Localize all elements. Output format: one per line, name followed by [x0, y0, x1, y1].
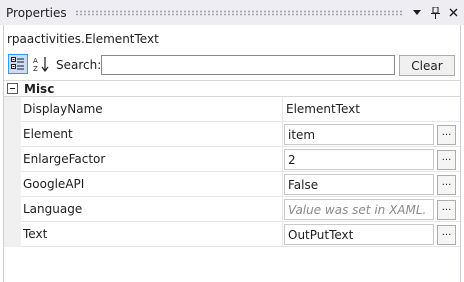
svg-text:A: A	[33, 57, 38, 65]
selected-object-name: rpaactivities.ElementText	[7, 32, 159, 46]
property-grid: Misc DisplayName ElementText Element ite…	[4, 80, 460, 247]
properties-toolbar: A Z Search: Clear	[4, 53, 460, 77]
property-value-field[interactable]: item	[284, 124, 434, 145]
svg-text:Z: Z	[33, 65, 38, 72]
ellipsis-button[interactable]: ...	[437, 150, 456, 170]
property-value[interactable]: ElementText	[286, 102, 360, 116]
property-value-field[interactable]: OutPutText	[284, 224, 434, 245]
collapse-icon[interactable]	[7, 83, 18, 94]
search-label: Search:	[56, 58, 102, 72]
property-name: Element	[23, 127, 73, 141]
properties-title-bar: Properties	[0, 0, 464, 25]
property-row-displayname: DisplayName ElementText	[4, 97, 460, 122]
property-value-field[interactable]: Value was set in XAML.	[284, 199, 434, 220]
property-name: DisplayName	[23, 102, 103, 116]
property-name: GoogleAPI	[23, 177, 85, 191]
close-icon[interactable]	[446, 5, 460, 21]
property-name: Language	[23, 202, 83, 216]
search-input[interactable]	[101, 55, 395, 75]
clear-button[interactable]: Clear	[399, 55, 455, 76]
panel-title: Properties	[6, 5, 67, 20]
property-name: Text	[23, 227, 48, 241]
alphabetical-sort-icon[interactable]: A Z	[31, 54, 51, 74]
pin-icon[interactable]	[428, 5, 442, 21]
property-row-enlargefactor: EnlargeFactor 2 ...	[4, 147, 460, 172]
property-row-text: Text OutPutText ...	[4, 222, 460, 247]
ellipsis-button[interactable]: ...	[437, 125, 456, 145]
ellipsis-button[interactable]: ...	[437, 200, 456, 220]
properties-panel: rpaactivities.ElementText A Z Search: Cl…	[3, 25, 461, 282]
property-name: EnlargeFactor	[23, 152, 106, 166]
property-row-language: Language Value was set in XAML. ...	[4, 197, 460, 222]
drag-grip[interactable]	[74, 9, 402, 16]
ellipsis-button[interactable]: ...	[437, 175, 456, 195]
ellipsis-button[interactable]: ...	[437, 225, 456, 245]
property-row-googleapi: GoogleAPI False ...	[4, 172, 460, 197]
category-row-misc: Misc	[4, 80, 460, 97]
property-value-field[interactable]: 2	[284, 149, 434, 170]
category-label: Misc	[24, 81, 55, 96]
categorized-view-icon[interactable]	[8, 54, 28, 74]
property-value-field[interactable]: False	[284, 174, 434, 195]
dropdown-arrow-icon[interactable]	[410, 5, 424, 21]
property-row-element: Element item ...	[4, 122, 460, 147]
